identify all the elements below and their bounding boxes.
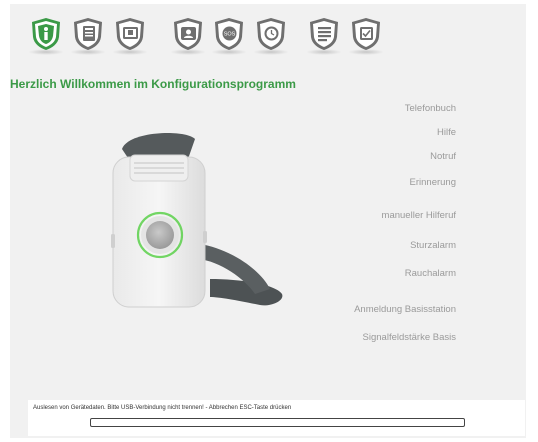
status-panel: Auslesen von Gerätedaten. Bitte USB-Verb… <box>28 400 525 436</box>
toolbar: SOS <box>10 4 526 66</box>
status-message: Auslesen von Gerätedaten. Bitte USB-Verb… <box>33 405 292 411</box>
menu-item-erinnerung[interactable]: Erinnerung <box>410 177 456 188</box>
menu-item-sturzalarm[interactable]: Sturzalarm <box>410 240 456 251</box>
menu-item-signalfeldstaerke-basis[interactable]: Signalfeldstärke Basis <box>363 332 456 343</box>
menu-item-rauchalarm[interactable]: Rauchalarm <box>405 268 456 279</box>
contact-card-icon[interactable] <box>112 17 148 55</box>
sos-icon[interactable]: SOS <box>211 17 247 55</box>
menu-item-notruf[interactable]: Notruf <box>430 151 456 162</box>
menu-item-telefonbuch[interactable]: Telefonbuch <box>405 103 456 114</box>
alarm-clock-icon[interactable] <box>253 17 289 55</box>
emergency-device-image <box>111 133 283 308</box>
progress-bar <box>90 418 465 427</box>
check-document-icon[interactable] <box>348 17 384 55</box>
welcome-title: Herzlich Willkommen im Konfigurationspro… <box>10 77 296 91</box>
phonebook-icon[interactable] <box>70 17 106 55</box>
config-app-window: SOS Herzlich Willkommen im Konfiguration… <box>10 4 526 438</box>
menu-item-manueller-hilferuf[interactable]: manueller Hilferuf <box>382 210 456 221</box>
menu-item-anmeldung-basisstation[interactable]: Anmeldung Basisstation <box>354 304 456 315</box>
info-icon[interactable] <box>28 17 64 55</box>
menu-item-hilfe[interactable]: Hilfe <box>437 127 456 138</box>
phone-user-icon[interactable] <box>170 17 206 55</box>
sos-icon-glyph: SOS <box>224 32 236 38</box>
list-settings-icon[interactable] <box>306 17 342 55</box>
